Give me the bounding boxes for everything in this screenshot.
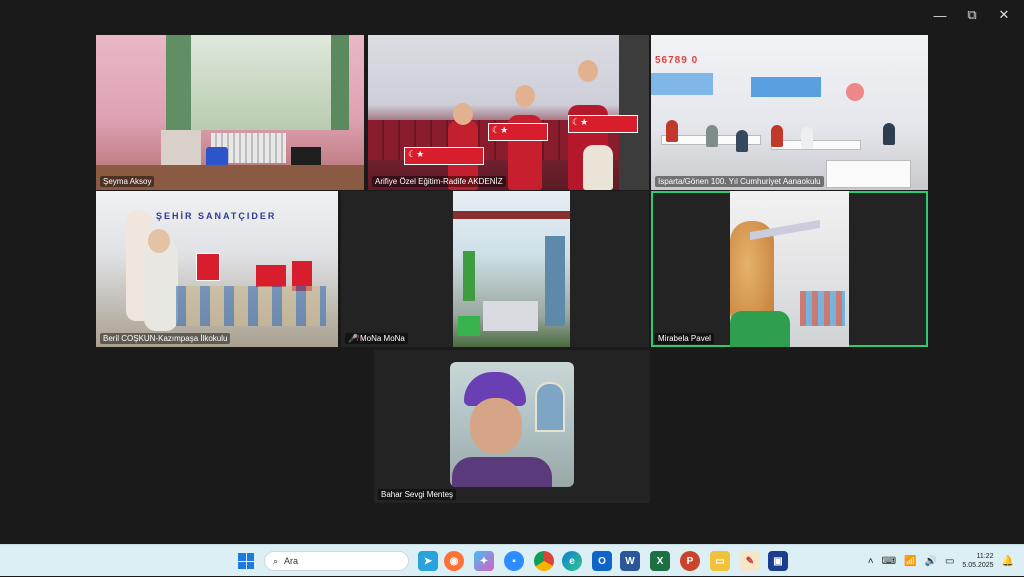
video-tile-seyma-aksoy[interactable]: Şeyma Aksoy xyxy=(96,35,364,190)
search-icon: ⌕ xyxy=(273,555,279,566)
video-tile-mirabela-pavel[interactable]: Mirabela Pavel xyxy=(651,191,928,347)
video-frame xyxy=(730,191,849,347)
volume-icon[interactable]: 🔊 xyxy=(924,556,936,567)
notification-icon[interactable]: 🔔 xyxy=(1002,556,1014,567)
chrome-icon[interactable] xyxy=(534,551,554,571)
minimize-button[interactable]: — xyxy=(924,4,956,26)
video-tile-mona-mona[interactable]: 🎤̸ MoNa MoNa xyxy=(341,191,649,347)
store-icon[interactable]: ▣ xyxy=(768,551,788,571)
zoom-meeting-window: — ⧉ ✕ Şeyma Aksoy Arifiye Özel Eğitim-Ra… xyxy=(0,0,1024,544)
powerpoint-icon[interactable]: P xyxy=(680,551,700,571)
taskbar-search[interactable]: ⌕ Ara xyxy=(264,551,409,571)
zoom-icon[interactable]: ▪ xyxy=(504,551,524,571)
firefox-icon[interactable]: ◉ xyxy=(444,551,464,571)
video-tile-radife-akdeniz[interactable]: Arifiye Özel Eğitim-Radife AKDENİZ xyxy=(368,35,649,190)
edge-icon[interactable]: e xyxy=(562,551,582,571)
battery-icon[interactable]: ▭ xyxy=(945,556,954,567)
file-explorer-icon[interactable]: ▭ xyxy=(710,551,730,571)
chevron-up-icon[interactable]: ˄ xyxy=(868,556,874,567)
copilot-icon[interactable]: ✦ xyxy=(474,551,494,571)
clock[interactable]: 11:22 5.05.2025 xyxy=(962,552,993,570)
restore-button[interactable]: ⧉ xyxy=(956,4,988,26)
telegram-icon[interactable]: ➤ xyxy=(418,551,438,571)
video-tile-bahar-sevgi-mentes[interactable]: Bahar Sevgi Menteş xyxy=(374,350,650,503)
video-frame xyxy=(453,191,570,347)
video-frame xyxy=(191,35,331,130)
participant-name-label: Arifiye Özel Eğitim-Radife AKDENİZ xyxy=(372,176,506,187)
video-tile-beril-coskun[interactable]: ŞEHİR SANATÇIDER Beril COŞKUN-Kazımpaşa … xyxy=(96,191,338,347)
window-controls: — ⧉ ✕ xyxy=(924,4,1020,26)
participant-name-label: Isparta/Gönen 100. Yıl Cumhuriyet Aanaok… xyxy=(655,176,824,187)
excel-icon[interactable]: X xyxy=(650,551,670,571)
word-icon[interactable]: W xyxy=(620,551,640,571)
paint-icon[interactable]: ✎ xyxy=(740,551,760,571)
wifi-icon[interactable]: 📶 xyxy=(904,556,916,567)
participant-name-label: Beril COŞKUN-Kazımpaşa İlkokulu xyxy=(100,333,231,344)
close-button[interactable]: ✕ xyxy=(988,4,1020,26)
outlook-icon[interactable]: O xyxy=(592,551,612,571)
windows-taskbar: ⌕ Ara ➤ ◉ ✦ ▪ e O W X P ▭ ✎ ▣ ˄ ⌨ 📶 🔊 ▭ … xyxy=(0,544,1024,576)
participant-name-label: Şeyma Aksoy xyxy=(100,176,155,187)
video-tile-isparta-gonen[interactable]: 56789 0 Isparta/Gönen 100. Yıl Cumhuriye… xyxy=(651,35,928,190)
system-tray: ˄ ⌨ 📶 🔊 ▭ 11:22 5.05.2025 🔔 xyxy=(868,545,1024,577)
participant-name-label: 🎤̸ MoNa MoNa xyxy=(345,333,408,344)
participant-name-label: Bahar Sevgi Menteş xyxy=(378,489,457,500)
language-icon[interactable]: ⌨ xyxy=(882,556,896,567)
mic-muted-icon: 🎤̸ xyxy=(348,334,358,343)
video-frame xyxy=(450,362,574,487)
participant-name-label: Mirabela Pavel xyxy=(655,333,714,344)
start-button[interactable] xyxy=(238,553,254,569)
